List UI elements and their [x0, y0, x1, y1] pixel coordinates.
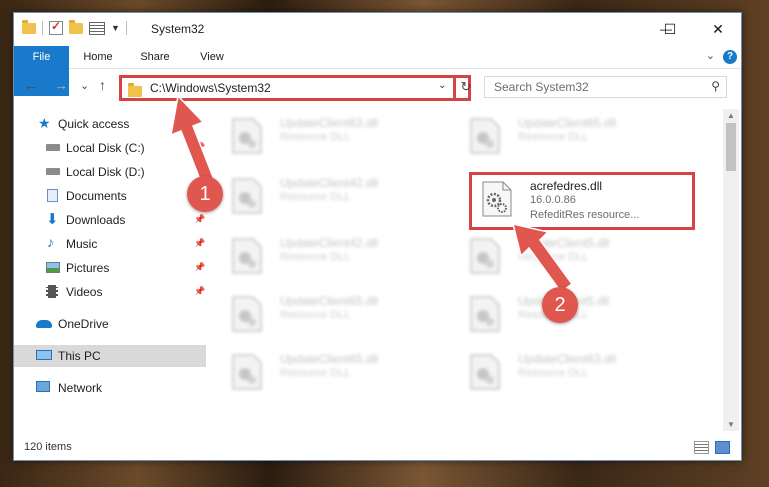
step-callout-2: 2	[542, 287, 578, 323]
step-callout-1: 1	[187, 176, 223, 212]
annotation-arrows	[170, 94, 574, 294]
arrow-to-address-bar	[170, 94, 216, 188]
arrow-to-file	[511, 222, 574, 294]
